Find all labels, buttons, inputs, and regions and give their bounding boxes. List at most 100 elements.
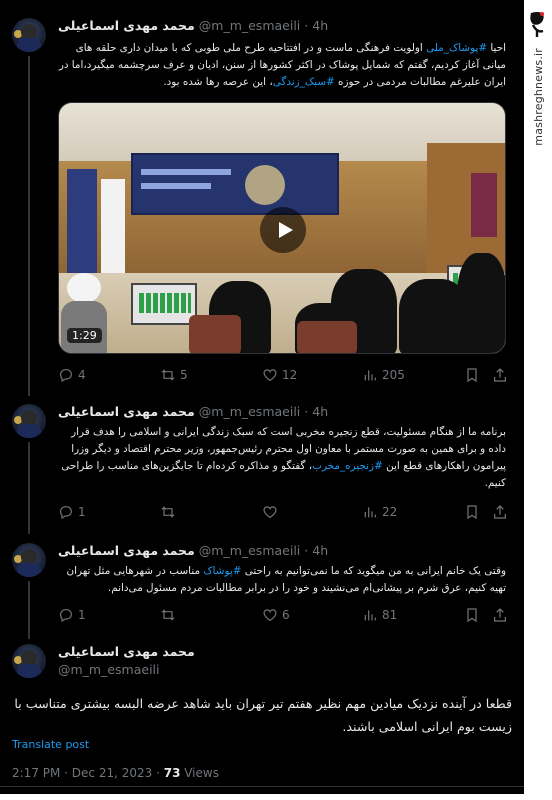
like-icon [263, 506, 277, 519]
tweet-header: محمد مهدی اسماعیلی @m_m_esmaeili · 4h [58, 543, 328, 558]
avatar[interactable] [12, 543, 46, 577]
author-name[interactable]: محمد مهدی اسماعیلی [58, 404, 195, 419]
tweet-header: محمد مهدی اسماعیلی @m_m_esmaeili · 4h [58, 18, 328, 33]
tweet-text-segment: احیا [487, 42, 506, 54]
tweet-time[interactable]: 4h [312, 404, 328, 419]
watermark-url: mashreghnews.ir [532, 48, 545, 146]
author-name[interactable]: محمد مهدی اسماعیلی [58, 18, 195, 33]
like-icon [263, 609, 277, 622]
like-button[interactable]: 12 [262, 367, 297, 383]
reply-button[interactable]: 4 [58, 367, 86, 383]
avatar[interactable] [12, 644, 46, 678]
views-count: 205 [382, 368, 405, 382]
like-count: 12 [282, 368, 298, 382]
tweet-header: محمد مهدی اسماعیلی @m_m_esmaeili · 4h [58, 404, 328, 419]
tweet-time[interactable]: 4h [312, 18, 328, 33]
tweet-header: محمد مهدی اسماعیلی [58, 644, 195, 659]
separator-dot: · [304, 18, 309, 33]
share-button[interactable] [492, 367, 508, 383]
thread-line [28, 442, 30, 534]
video-player[interactable]: 1:29 [58, 102, 506, 354]
tweet-actions: 1 22 [58, 503, 506, 521]
views-button[interactable]: 205 [362, 367, 405, 383]
play-button[interactable] [260, 207, 306, 253]
tweet-actions: 1 6 81 [58, 606, 506, 624]
reply-icon [60, 506, 72, 520]
tweet-actions: 4 5 12 205 [58, 366, 506, 384]
views-count: 81 [382, 608, 398, 622]
views-button[interactable]: 22 [362, 504, 397, 520]
bottom-edge [0, 794, 552, 800]
author-handle[interactable]: @m_m_esmaeili [199, 18, 301, 33]
author-handle[interactable]: @m_m_esmaeili [199, 543, 301, 558]
video-person [457, 253, 505, 353]
avatar[interactable] [12, 18, 46, 52]
reply-icon [60, 369, 72, 383]
translate-post-link[interactable]: Translate post [12, 738, 89, 751]
bookmark-icon [467, 608, 477, 623]
hashtag-link[interactable]: #پوشاک_ملی [426, 42, 487, 54]
views-icon [364, 507, 376, 518]
retweet-button[interactable]: 5 [160, 367, 188, 383]
bookmark-button[interactable] [464, 504, 480, 520]
tweet-meta: 2:17 PM · Dec 21, 2023 · 73 Views [12, 766, 219, 780]
tweet-time[interactable]: 4h [312, 543, 328, 558]
author-name[interactable]: محمد مهدی اسماعیلی [58, 543, 195, 558]
share-button[interactable] [492, 607, 508, 623]
tweet-date[interactable]: 2:17 PM · Dec 21, 2023 · [12, 766, 164, 780]
video-chair [297, 321, 357, 353]
video-poster [471, 173, 497, 237]
hashtag-link[interactable]: #پوشاک [203, 565, 241, 577]
views-label: Views [180, 766, 219, 780]
video-flag [67, 169, 97, 281]
like-icon [263, 369, 277, 382]
tweet-thread: mashreghnews.ir محمد مهدی اسماعیلی @m_m_… [0, 0, 552, 800]
tweet-text-segment: وقتی یک خانم ایرانی به من میگوید که ما ن… [241, 565, 506, 577]
thread-line [28, 56, 30, 396]
main-tweet-text: قطعا در آینده نزدیک میادین مهم نظیر هفتم… [14, 696, 512, 734]
share-icon [494, 368, 506, 382]
hashtag-link[interactable]: #سبک_زندگی [273, 76, 335, 88]
tweet-text: برنامه ما از هنگام مسئولیت، قطع زنجیره م… [58, 424, 506, 492]
thread-line [28, 581, 30, 639]
retweet-button[interactable] [160, 504, 176, 520]
author-name[interactable]: محمد مهدی اسماعیلی [58, 644, 195, 659]
reply-count: 4 [78, 368, 86, 382]
like-button[interactable]: 6 [262, 607, 290, 623]
author-handle[interactable]: @m_m_esmaeili [58, 662, 160, 677]
bookmark-button[interactable] [464, 607, 480, 623]
video-banner [101, 179, 125, 279]
reply-count: 1 [78, 608, 86, 622]
retweet-button[interactable] [160, 607, 176, 623]
share-icon [494, 608, 506, 622]
views-icon [364, 610, 376, 621]
tweet-text-segment: ، این عرصه رها شده بود. [163, 76, 273, 88]
views-count: 73 [163, 766, 181, 780]
video-monitor [131, 283, 197, 325]
tweet-header: @m_m_esmaeili [58, 662, 160, 677]
bookmark-button[interactable] [464, 367, 480, 383]
separator-dot: · [304, 404, 309, 419]
video-stage-screen [131, 153, 339, 215]
views-icon [364, 370, 376, 381]
reply-count: 1 [78, 505, 86, 519]
like-button[interactable] [262, 504, 278, 520]
tweet-text: وقتی یک خانم ایرانی به من میگوید که ما ن… [58, 563, 506, 597]
avatar[interactable] [12, 404, 46, 438]
share-button[interactable] [492, 504, 508, 520]
play-icon [278, 222, 293, 238]
video-duration: 1:29 [67, 328, 102, 343]
hashtag-link[interactable]: #زنجیره_مخرب [312, 460, 383, 472]
bookmark-icon [467, 368, 477, 383]
watermark-logo [526, 8, 550, 40]
share-icon [494, 505, 506, 519]
author-handle[interactable]: @m_m_esmaeili [199, 404, 301, 419]
retweet-icon [161, 369, 175, 381]
like-count: 6 [282, 608, 290, 622]
reply-button[interactable]: 1 [58, 504, 86, 520]
views-button[interactable]: 81 [362, 607, 397, 623]
reply-button[interactable]: 1 [58, 607, 86, 623]
watermark: mashreghnews.ir [526, 8, 550, 146]
retweet-icon [161, 506, 175, 518]
video-chair [189, 315, 241, 353]
